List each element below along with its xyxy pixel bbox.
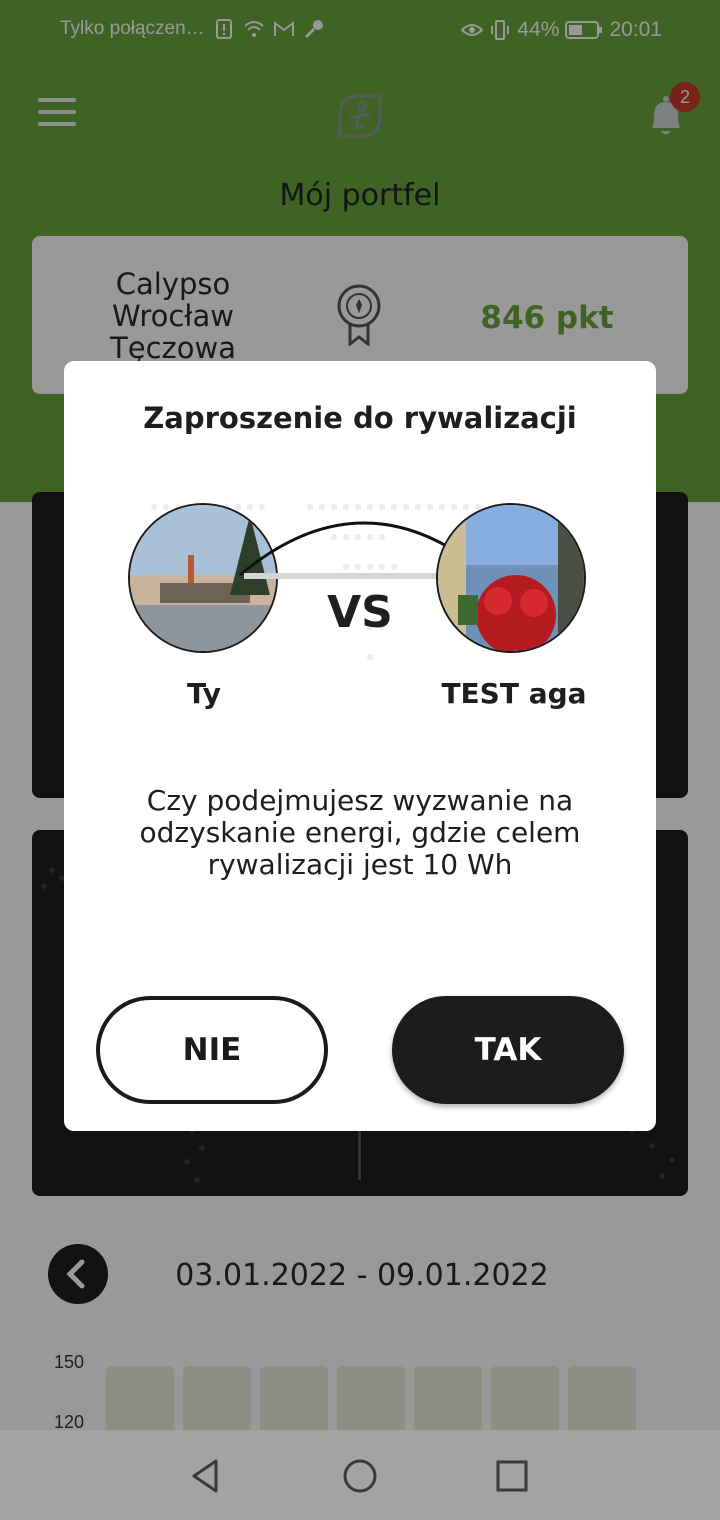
system-nav-bar (0, 1430, 720, 1520)
home-nav-icon[interactable] (340, 1456, 380, 1496)
accept-button[interactable]: TAK (392, 996, 624, 1104)
decline-button[interactable]: NIE (96, 996, 328, 1104)
challenge-message: Czy podejmujesz wyzwanie na odzyskanie e… (139, 784, 581, 881)
dialog-title: Zaproszenie do rywalizacji (143, 401, 577, 435)
recents-nav-icon[interactable] (492, 1456, 532, 1496)
challenge-dialog: Zaproszenie do rywalizacji VS Ty TEST ag… (64, 361, 656, 1131)
opponent-avatar (436, 503, 586, 653)
my-name: Ty (186, 677, 222, 710)
versus-label: VS (327, 587, 393, 638)
back-nav-icon[interactable] (186, 1456, 226, 1496)
opponent-name: TEST aga (441, 677, 587, 710)
